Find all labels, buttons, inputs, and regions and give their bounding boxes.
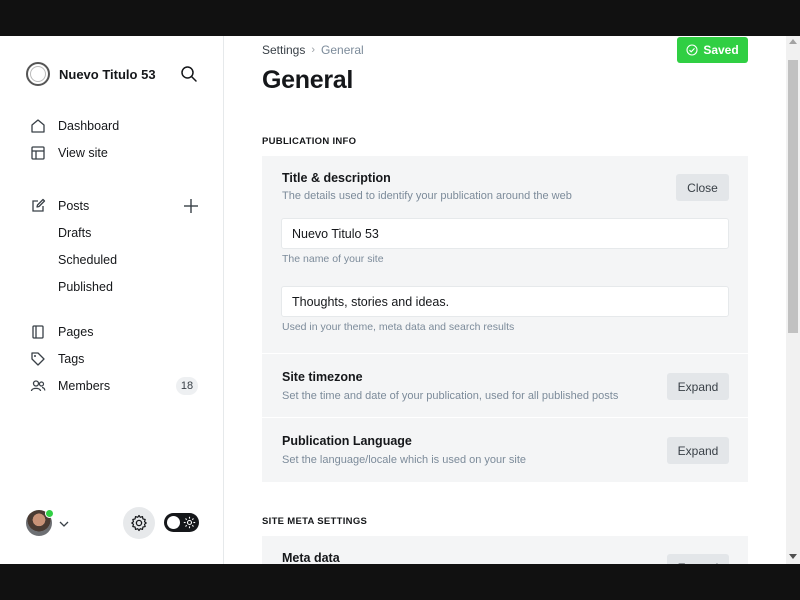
panel-description: Set the language/locale which is used on… bbox=[282, 454, 526, 466]
site-description-hint: Used in your theme, meta data and search… bbox=[282, 321, 515, 333]
add-post-icon[interactable] bbox=[183, 198, 199, 214]
title-description-panel: Title & description The details used to … bbox=[262, 156, 748, 353]
sidebar-item-pages[interactable]: Pages bbox=[30, 322, 93, 342]
members-icon bbox=[30, 378, 46, 394]
panel-title: Title & description bbox=[282, 171, 391, 185]
site-timezone-panel: Site timezone Set the time and date of y… bbox=[262, 354, 748, 417]
top-black-bar bbox=[0, 0, 800, 36]
breadcrumb-current: General bbox=[321, 43, 364, 57]
panel-title: Meta data bbox=[282, 551, 340, 564]
page-icon bbox=[30, 324, 46, 340]
sidebar-item-label: Pages bbox=[58, 325, 94, 339]
panel-description: The details used to identify your public… bbox=[282, 190, 572, 202]
sidebar-item-view-site[interactable]: View site bbox=[30, 143, 108, 163]
brand[interactable]: Nuevo Titulo 53 bbox=[26, 62, 156, 86]
site-logo-icon bbox=[26, 62, 50, 86]
section-label-site-meta: SITE META SETTINGS bbox=[262, 516, 368, 527]
panel-description: Set the time and date of your publicatio… bbox=[282, 390, 619, 402]
panel-title: Site timezone bbox=[282, 370, 363, 384]
close-button[interactable]: Close bbox=[676, 174, 729, 201]
page-title: General bbox=[262, 66, 354, 94]
members-count-badge: 18 bbox=[176, 377, 198, 395]
expand-meta-data-button[interactable]: Expand bbox=[667, 554, 729, 564]
settings-button[interactable] bbox=[123, 507, 155, 539]
sidebar-item-label: Tags bbox=[58, 352, 85, 366]
site-description-input[interactable]: Thoughts, stories and ideas. bbox=[281, 286, 729, 317]
section-label-publication-info: PUBLICATION INFO bbox=[262, 136, 357, 147]
online-status-dot bbox=[45, 509, 54, 518]
bottom-black-bar bbox=[0, 564, 800, 600]
expand-language-button[interactable]: Expand bbox=[667, 437, 729, 464]
saved-button[interactable]: Saved bbox=[677, 37, 748, 63]
breadcrumb-separator: › bbox=[311, 44, 316, 56]
breadcrumb-settings[interactable]: Settings bbox=[262, 43, 305, 57]
panel-title: Publication Language bbox=[282, 434, 412, 448]
theme-toggle[interactable] bbox=[164, 513, 199, 532]
meta-data-panel: Meta data Expand bbox=[262, 536, 748, 564]
toggle-knob bbox=[167, 516, 180, 529]
sidebar-item-label: Posts bbox=[58, 199, 90, 213]
scroll-up-arrow-icon[interactable] bbox=[789, 39, 797, 44]
scrollbar-thumb[interactable] bbox=[788, 60, 798, 333]
chevron-down-icon[interactable] bbox=[58, 517, 70, 529]
tag-icon bbox=[30, 351, 46, 367]
sidebar-item-label: Members bbox=[58, 379, 111, 393]
site-title-hint: The name of your site bbox=[282, 253, 384, 265]
sidebar-item-label: View site bbox=[58, 146, 108, 160]
sidebar-item-dashboard[interactable]: Dashboard bbox=[30, 116, 119, 136]
check-circle-icon bbox=[686, 44, 698, 56]
home-icon bbox=[30, 118, 46, 134]
breadcrumb: Settings › General bbox=[262, 43, 364, 57]
saved-label: Saved bbox=[703, 43, 739, 57]
sun-icon bbox=[183, 516, 196, 529]
site-title-input[interactable]: Nuevo Titulo 53 bbox=[281, 218, 729, 249]
sidebar-item-posts[interactable]: Posts bbox=[30, 196, 89, 216]
sidebar-item-published[interactable]: Published bbox=[58, 280, 113, 294]
search-icon[interactable] bbox=[180, 65, 198, 83]
gear-icon bbox=[130, 514, 148, 532]
vertical-scrollbar[interactable] bbox=[786, 36, 800, 564]
sidebar-item-drafts[interactable]: Drafts bbox=[58, 226, 91, 240]
app-window: Nuevo Titulo 53 Dashboard View site Post… bbox=[0, 36, 800, 564]
main-content: Settings › General Saved General PUBLICA… bbox=[224, 36, 786, 564]
publication-language-panel: Publication Language Set the language/lo… bbox=[262, 418, 748, 482]
site-name: Nuevo Titulo 53 bbox=[59, 66, 156, 82]
layout-icon bbox=[30, 145, 46, 161]
sidebar-item-scheduled[interactable]: Scheduled bbox=[58, 253, 117, 267]
sidebar-item-label: Dashboard bbox=[58, 119, 120, 133]
scroll-down-arrow-icon[interactable] bbox=[789, 554, 797, 559]
edit-icon bbox=[30, 198, 46, 214]
sidebar-item-tags[interactable]: Tags bbox=[30, 349, 84, 369]
expand-timezone-button[interactable]: Expand bbox=[667, 373, 729, 400]
sidebar-item-members[interactable]: Members bbox=[30, 376, 110, 396]
sidebar: Nuevo Titulo 53 Dashboard View site Post… bbox=[0, 36, 224, 564]
